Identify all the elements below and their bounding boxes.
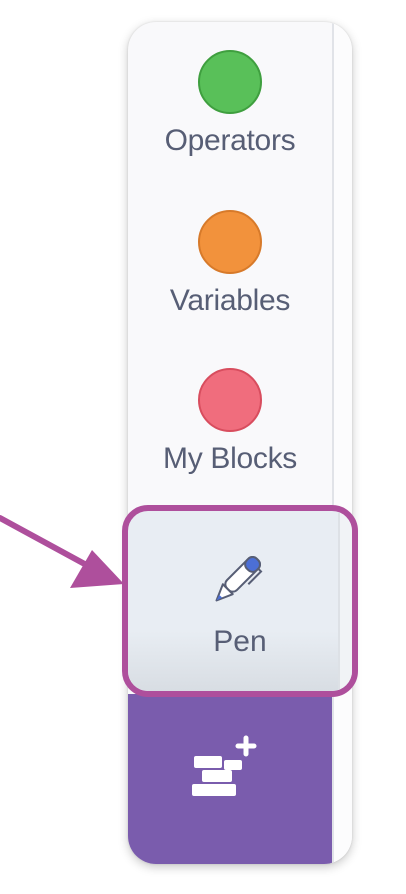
category-label: My Blocks <box>163 442 297 475</box>
category-my-blocks[interactable]: My Blocks <box>128 368 332 476</box>
category-pen[interactable]: Pen <box>122 505 358 697</box>
add-extension-icon <box>192 735 257 796</box>
category-label: Variables <box>169 284 291 317</box>
annotation-arrow <box>0 515 124 588</box>
operators-color-dot <box>198 50 262 114</box>
category-label: Operators <box>164 124 296 157</box>
category-scrollbar[interactable] <box>332 22 352 864</box>
category-variables[interactable]: Variables <box>128 210 332 318</box>
pen-label: Pen <box>213 625 267 658</box>
add-extension-button[interactable] <box>128 694 332 864</box>
pen-scrollbar <box>338 511 352 691</box>
category-menu: Operators Variables My Blocks <box>128 22 352 864</box>
category-operators[interactable]: Operators <box>128 50 332 158</box>
pen-icon <box>215 556 263 602</box>
variables-color-dot <box>198 210 262 274</box>
my-blocks-color-dot <box>198 368 262 432</box>
